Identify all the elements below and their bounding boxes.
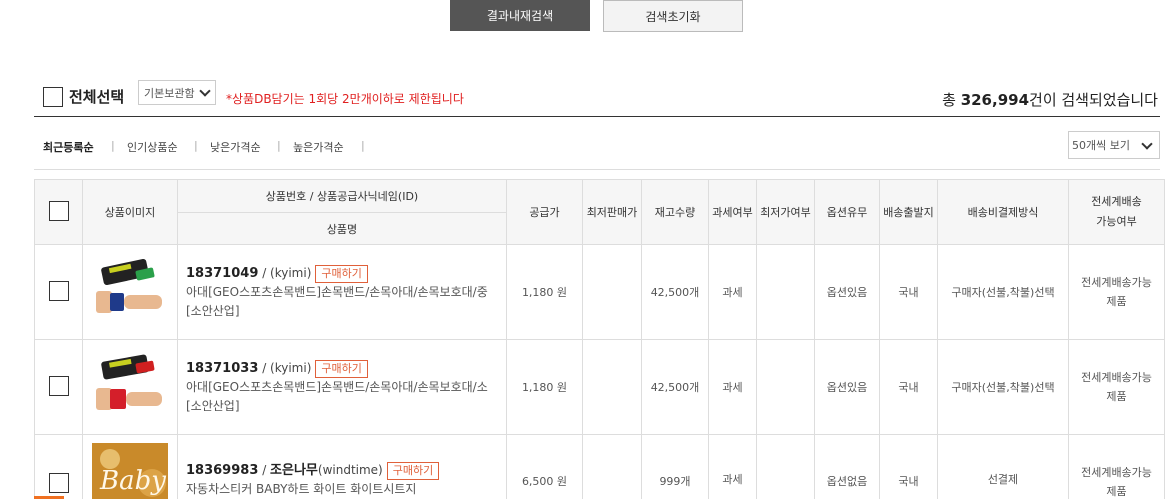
product-thumbnail[interactable] [92,257,168,327]
seller-id: (kyimi) [270,265,312,280]
row-checkbox-cell [34,434,83,499]
header-tax: 과세여부 [708,179,757,245]
product-name[interactable]: 아대[GEO스포츠손목밴드]손목밴드/손목아대/손목보호대/소[소안산업] [186,378,498,416]
product-info-cell: 18371033 / (kyimi) 구매하기 아대[GEO스포츠손목밴드]손목밴… [177,339,507,435]
seller-id: (windtime) [317,463,383,477]
supply-price: 1,180 원 [506,339,583,435]
reset-search-button[interactable]: 검색초기화 [603,0,743,32]
row-checkbox-cell [34,339,83,435]
shipping-pay: 구매자(선불,착불)선택 [937,244,1069,340]
origin: 국내 [879,244,938,340]
limit-notice: *상품DB담기는 1회당 2만개이하로 제한됩니다 [226,92,464,106]
buy-button[interactable]: 구매하기 [315,264,368,283]
header-select-checkbox[interactable] [48,200,69,221]
sort-price-high[interactable]: 높은가격순 [293,139,344,155]
sort-separator: | [277,139,281,152]
sort-popular[interactable]: 인기상품순 [127,139,178,155]
row-checkbox[interactable] [48,280,69,301]
sort-price-low[interactable]: 낮은가격순 [210,139,261,155]
product-number[interactable]: 18371049 [186,266,258,281]
header-checkbox-cell [34,179,83,245]
sort-separator: | [111,139,115,152]
search-within-results-button[interactable]: 결과내재검색 [450,0,590,31]
header-min-fixed: 최저가여부 [756,179,815,245]
tax-status: 과세 [708,339,757,435]
product-image-cell [82,339,178,435]
header-supply-price: 공급가 [506,179,583,245]
sort-bar: 최근등록순 | 인기상품순 | 낮은가격순 | 높은가격순 | 50개씩 보기 [34,130,1160,170]
chevron-down-icon [1141,138,1153,150]
min-price [582,339,642,435]
product-thumbnail[interactable]: Baby [92,443,168,499]
header-stock: 재고수량 [641,179,709,245]
option-status: 옵션있음 [814,244,880,340]
product-image-cell: Baby [82,434,178,499]
global-shipping: 전세계배송가능제품 [1068,244,1165,340]
min-price [582,244,642,340]
shipping-pay: 구매자(선불,착불)선택 [937,339,1069,435]
selection-bar: 전체선택 기본보관함 *상품DB담기는 1회당 2만개이하로 제한됩니다 총 3… [34,79,1160,117]
global-shipping: 전세계배송가능제품 [1068,434,1165,499]
sort-separator: | [194,139,198,152]
id-separator: / [258,265,271,280]
stock: 999개 [641,434,709,499]
seller-id: (kyimi) [270,360,312,375]
result-count: 총 326,994건이 검색되었습니다 [942,91,1158,109]
header-id-seller: 상품번호 / 상품공급사닉네임(ID) [177,179,507,213]
product-number[interactable]: 18369983 [186,463,258,478]
buy-button[interactable]: 구매하기 [315,359,368,378]
per-page-value: 50개씩 보기 [1072,139,1130,152]
id-separator: / [258,360,271,375]
min-price [582,434,642,499]
header-origin: 배송출발지 [879,179,938,245]
shipping-pay: 선결제 [937,434,1069,499]
min-fixed [756,244,815,340]
product-info-cell: 18371049 / (kyimi) 구매하기 아대[GEO스포츠손목밴드]손목밴… [177,244,507,340]
product-info-cell: 18369983 / 조은나무(windtime) 구매하기 자동차스티커 BAB… [177,434,507,499]
select-all-checkbox[interactable] [43,87,63,107]
stock: 42,500개 [641,339,709,435]
supply-price: 6,500 원 [506,434,583,499]
svg-text:Baby: Baby [99,466,166,496]
seller-nickname: 조은나무 [270,463,318,478]
tax-status: 과세 [708,434,757,499]
global-shipping: 전세계배송가능제품 [1068,339,1165,435]
table-row: 18371033 / (kyimi) 구매하기 아대[GEO스포츠손목밴드]손목밴… [34,339,1165,435]
product-number[interactable]: 18371033 [186,361,258,376]
product-name[interactable]: 자동차스티커 BABY하트 화이트 화이트시트지 [186,480,498,499]
header-image: 상품이미지 [82,179,178,245]
select-all-label: 전체선택 [69,88,125,106]
row-checkbox[interactable] [48,375,69,396]
header-shipping-pay: 배송비결제방식 [937,179,1069,245]
chevron-down-icon [199,85,211,97]
storage-select-value: 기본보관함 [144,86,195,100]
stock: 42,500개 [641,244,709,340]
header-global: 전세계배송 가능여부 [1068,179,1165,245]
option-status: 옵션있음 [814,339,880,435]
origin: 국내 [879,339,938,435]
header-name: 상품명 [177,212,507,245]
supply-price: 1,180 원 [506,244,583,340]
product-image-cell [82,244,178,340]
row-checkbox[interactable] [48,473,69,493]
table-row: 18371049 / (kyimi) 구매하기 아대[GEO스포츠손목밴드]손목밴… [34,244,1165,340]
origin: 국내 [879,434,938,499]
id-separator: / [258,463,271,477]
min-fixed [756,339,815,435]
row-checkbox-cell [34,244,83,340]
sort-separator: | [361,139,365,152]
buy-button[interactable]: 구매하기 [386,462,440,480]
option-status: 옵션없음 [814,434,880,499]
storage-select[interactable]: 기본보관함 [138,80,216,105]
product-table: 상품이미지 상품번호 / 상품공급사닉네임(ID) 공급가 최저판매가 재고수량… [34,179,1165,499]
per-page-select[interactable]: 50개씩 보기 [1068,131,1160,159]
min-fixed [756,434,815,499]
tax-status: 과세 [708,244,757,340]
product-thumbnail[interactable] [92,352,168,422]
table-row: Baby 18369983 / 조은나무(windtime) 구매하기 자동차스티… [34,434,1165,499]
header-option: 옵션유무 [814,179,880,245]
header-min-price: 최저판매가 [582,179,642,245]
product-name[interactable]: 아대[GEO스포츠손목밴드]손목밴드/손목아대/손목보호대/중[소안산업] [186,283,498,321]
sort-recent[interactable]: 최근등록순 [43,139,94,155]
